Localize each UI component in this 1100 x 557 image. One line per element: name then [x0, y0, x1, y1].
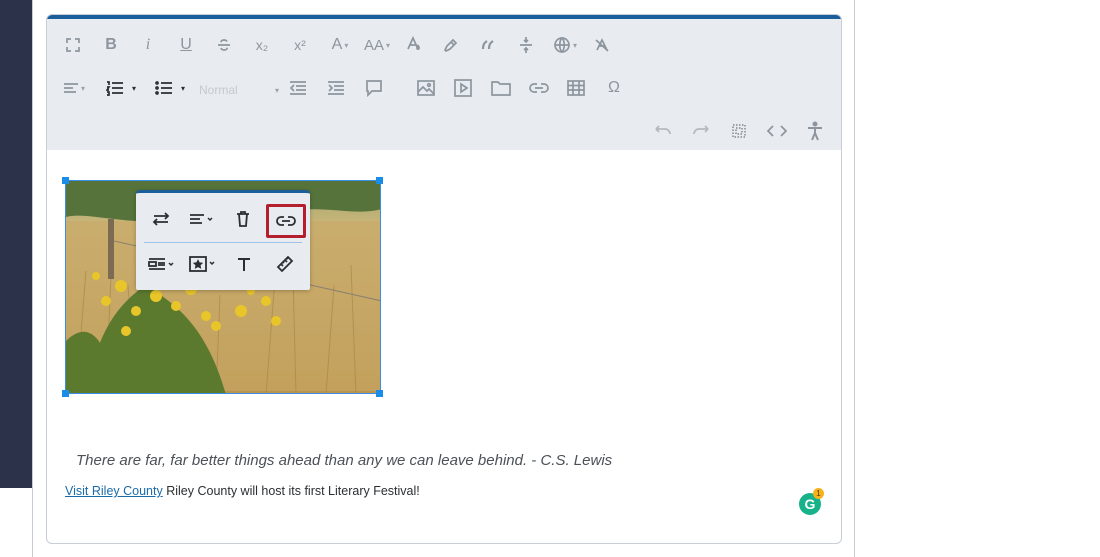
- editor-toolbar: B i U x₂ x² A ▾ AA ▾ ▾ ▾ ▾ ▾ Normal ▾ Ω: [47, 19, 841, 150]
- video-icon[interactable]: [451, 76, 475, 100]
- unordered-list-icon: [155, 81, 172, 95]
- rich-text-editor: B i U x₂ x² A ▾ AA ▾ ▾ ▾ ▾ ▾ Normal ▾ Ω …: [46, 14, 842, 544]
- chevron-down-icon: ▾: [274, 85, 279, 95]
- announcement-text: Riley County will host its first Literar…: [162, 484, 420, 498]
- table-icon[interactable]: [564, 76, 588, 100]
- italic-button[interactable]: i: [136, 33, 160, 57]
- image-popup-toolbar: [136, 190, 310, 290]
- file-icon[interactable]: [489, 76, 513, 100]
- comment-icon[interactable]: [362, 76, 386, 100]
- font-color-button[interactable]: A ▾: [325, 33, 355, 57]
- toolbar-divider: [144, 242, 302, 243]
- ordered-list-icon: [105, 81, 123, 96]
- superscript-icon: x²: [294, 37, 306, 53]
- outdent-icon[interactable]: [286, 76, 310, 100]
- unordered-list-button[interactable]: ▾: [149, 76, 191, 100]
- quote-text: There are far, far better things ahead t…: [76, 452, 613, 469]
- horizontal-rule-icon[interactable]: [514, 33, 538, 57]
- link-icon[interactable]: [527, 76, 551, 100]
- grammarly-icon: G: [804, 496, 816, 512]
- grammarly-count-badge: 1: [813, 488, 824, 499]
- underline-icon: U: [180, 36, 192, 53]
- subscript-button[interactable]: x₂: [250, 33, 274, 57]
- bold-icon: B: [105, 36, 117, 53]
- image-display-button[interactable]: [144, 249, 180, 279]
- strikethrough-icon[interactable]: [212, 33, 236, 57]
- code-view-icon[interactable]: [765, 119, 789, 143]
- font-color-icon: A: [331, 36, 343, 53]
- image-style-button[interactable]: [185, 249, 221, 279]
- special-char-button[interactable]: Ω: [602, 76, 626, 100]
- delete-icon[interactable]: [225, 204, 261, 234]
- subscript-icon: x₂: [255, 37, 269, 53]
- fullscreen-icon[interactable]: [61, 33, 85, 57]
- chevron-down-icon: ▾: [180, 83, 185, 93]
- align-icon: [190, 214, 213, 224]
- image-icon[interactable]: [414, 76, 438, 100]
- special-char-icon: Ω: [608, 79, 620, 96]
- align-icon: [63, 83, 78, 93]
- highlight-icon[interactable]: [438, 33, 462, 57]
- indent-icon[interactable]: [324, 76, 348, 100]
- format-select[interactable]: Normal ▾: [199, 79, 279, 101]
- chevron-down-icon: ▾: [131, 83, 136, 93]
- bold-button[interactable]: B: [99, 33, 123, 57]
- language-icon: [554, 37, 570, 53]
- link-icon: [276, 216, 296, 226]
- language-button[interactable]: ▾: [548, 33, 582, 57]
- undo-icon[interactable]: [651, 119, 675, 143]
- italic-icon: i: [145, 36, 151, 53]
- accessibility-icon[interactable]: [803, 119, 827, 143]
- font-size-icon: AA: [363, 36, 384, 54]
- resize-handle[interactable]: [62, 177, 69, 184]
- chevron-down-icon: ▾: [386, 40, 391, 50]
- editor-panel: B i U x₂ x² A ▾ AA ▾ ▾ ▾ ▾ ▾ Normal ▾ Ω …: [32, 0, 855, 557]
- chevron-down-icon: ▾: [572, 40, 577, 50]
- resize-handle[interactable]: [376, 390, 383, 397]
- text-color-drop-icon[interactable]: [401, 33, 425, 57]
- display-icon: [148, 258, 174, 270]
- alt-text-icon[interactable]: [226, 249, 262, 279]
- editor-content[interactable]: There are far, far better things ahead t…: [47, 150, 841, 543]
- chevron-down-icon: ▾: [344, 40, 349, 50]
- format-select-value: Normal: [199, 83, 238, 97]
- redo-icon[interactable]: [689, 119, 713, 143]
- resize-handle[interactable]: [376, 177, 383, 184]
- underline-button[interactable]: U: [174, 33, 198, 57]
- superscript-button[interactable]: x²: [288, 33, 312, 57]
- blockquote-icon[interactable]: [476, 33, 500, 57]
- ordered-list-button[interactable]: ▾: [100, 76, 142, 100]
- image-link-button[interactable]: [266, 204, 306, 238]
- clear-format-icon[interactable]: [590, 33, 614, 57]
- align-button[interactable]: ▾: [59, 76, 89, 100]
- resize-handle[interactable]: [62, 390, 69, 397]
- riley-county-link[interactable]: Visit Riley County: [65, 484, 163, 498]
- image-align-button[interactable]: [184, 204, 220, 234]
- size-icon[interactable]: [267, 249, 303, 279]
- select-all-icon[interactable]: [727, 119, 751, 143]
- replace-icon[interactable]: [143, 204, 179, 234]
- announcement-line: Visit Riley County Riley County will hos…: [65, 484, 420, 498]
- style-icon: [189, 256, 215, 272]
- font-size-button[interactable]: AA ▾: [360, 33, 394, 57]
- app-sidebar: [0, 0, 32, 488]
- chevron-down-icon: ▾: [80, 83, 85, 93]
